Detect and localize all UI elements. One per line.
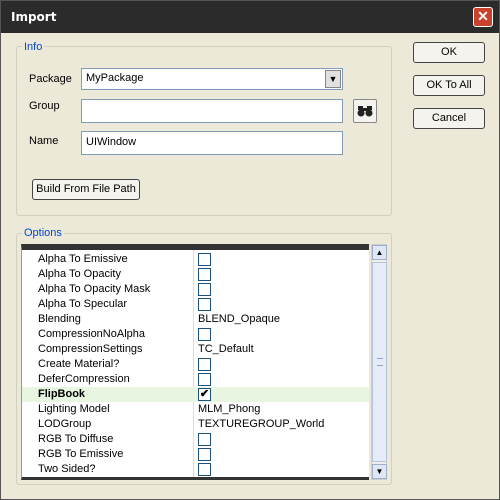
info-legend: Info (22, 41, 45, 53)
package-label: Package (29, 73, 72, 85)
options-legend: Options (22, 227, 64, 239)
option-name: CompressionNoAlpha (38, 328, 145, 340)
option-checkbox[interactable] (198, 448, 211, 461)
option-name: DeferCompression (38, 373, 130, 385)
option-checkbox[interactable] (198, 358, 211, 371)
option-name: Alpha To Specular (38, 298, 128, 310)
grip-icon (377, 358, 383, 366)
option-checkbox[interactable] (198, 433, 211, 446)
ok-button[interactable]: OK (413, 42, 485, 63)
build-from-file-path-button[interactable]: Build From File Path (32, 179, 140, 200)
option-row[interactable]: RGB To Diffuse (22, 432, 369, 447)
name-label: Name (29, 135, 59, 147)
option-row[interactable]: Alpha To Specular (22, 297, 369, 312)
option-name: Lighting Model (38, 403, 110, 415)
option-value[interactable]: TC_Default (198, 343, 254, 355)
option-row[interactable]: DeferCompression (22, 372, 369, 387)
options-scrollbar[interactable]: ▲ ▼ (371, 244, 387, 480)
group-label: Group (29, 100, 60, 112)
option-checkbox[interactable] (198, 283, 211, 296)
scroll-up-button[interactable]: ▲ (372, 245, 387, 260)
option-name: Two Sided? (38, 463, 96, 475)
option-row[interactable]: Alpha To Opacity (22, 267, 369, 282)
option-row[interactable]: Two Sided? (22, 462, 369, 477)
scroll-thumb[interactable] (372, 262, 387, 462)
option-name: LODGroup (38, 418, 92, 430)
option-row[interactable]: Lighting Model MLM_Phong (22, 402, 369, 417)
cancel-button[interactable]: Cancel (413, 108, 485, 129)
option-row[interactable]: Create Material? (22, 357, 369, 372)
option-checkbox[interactable] (198, 298, 211, 311)
option-name: Alpha To Emissive (38, 253, 128, 265)
option-checkbox[interactable] (198, 253, 211, 266)
option-row[interactable]: LODGroup TEXTUREGROUP_World (22, 417, 369, 432)
option-row[interactable]: RGB To Emissive (22, 447, 369, 462)
close-button[interactable]: ✕ (473, 7, 493, 27)
import-dialog: Import ✕ Info Package MyPackage ▼ Group … (0, 0, 500, 500)
scroll-down-button[interactable]: ▼ (372, 464, 387, 479)
option-name: RGB To Diffuse (38, 433, 114, 445)
option-checkbox[interactable] (198, 463, 211, 476)
check-icon: ✔ (199, 388, 210, 400)
option-value[interactable]: MLM_Phong (198, 403, 260, 415)
window-title: Import (11, 10, 57, 24)
option-name: Create Material? (38, 358, 120, 370)
option-value[interactable]: BLEND_Opaque (198, 313, 280, 325)
title-bar[interactable]: Import ✕ (1, 1, 499, 33)
option-row[interactable]: Alpha To Opacity Mask (22, 282, 369, 297)
option-checkbox[interactable] (198, 328, 211, 341)
ok-to-all-button[interactable]: OK To All (413, 75, 485, 96)
option-checkbox-checked[interactable]: ✔ (198, 388, 211, 401)
binoculars-icon[interactable] (353, 99, 377, 123)
option-name: CompressionSettings (38, 343, 143, 355)
options-property-grid[interactable]: Alpha To Emissive Alpha To Opacity Alpha… (21, 244, 369, 480)
option-name: Alpha To Opacity (38, 268, 121, 280)
option-row[interactable]: Alpha To Emissive (22, 252, 369, 267)
package-dropdown[interactable]: MyPackage ▼ (81, 68, 343, 90)
option-row[interactable]: CompressionNoAlpha (22, 327, 369, 342)
chevron-down-icon[interactable]: ▼ (325, 70, 341, 88)
option-row-selected[interactable]: FlipBook ✔ (22, 387, 369, 402)
option-name: RGB To Emissive (38, 448, 124, 460)
option-value[interactable]: TEXTUREGROUP_World (198, 418, 324, 430)
package-value: MyPackage (86, 72, 144, 84)
option-name: Alpha To Opacity Mask (38, 283, 151, 295)
option-row[interactable]: Blending BLEND_Opaque (22, 312, 369, 327)
group-field[interactable] (81, 99, 343, 123)
name-field[interactable]: UIWindow (81, 131, 343, 155)
option-checkbox[interactable] (198, 268, 211, 281)
option-name: Blending (38, 313, 81, 325)
option-name: FlipBook (38, 388, 86, 400)
option-row[interactable]: CompressionSettings TC_Default (22, 342, 369, 357)
option-checkbox[interactable] (198, 373, 211, 386)
